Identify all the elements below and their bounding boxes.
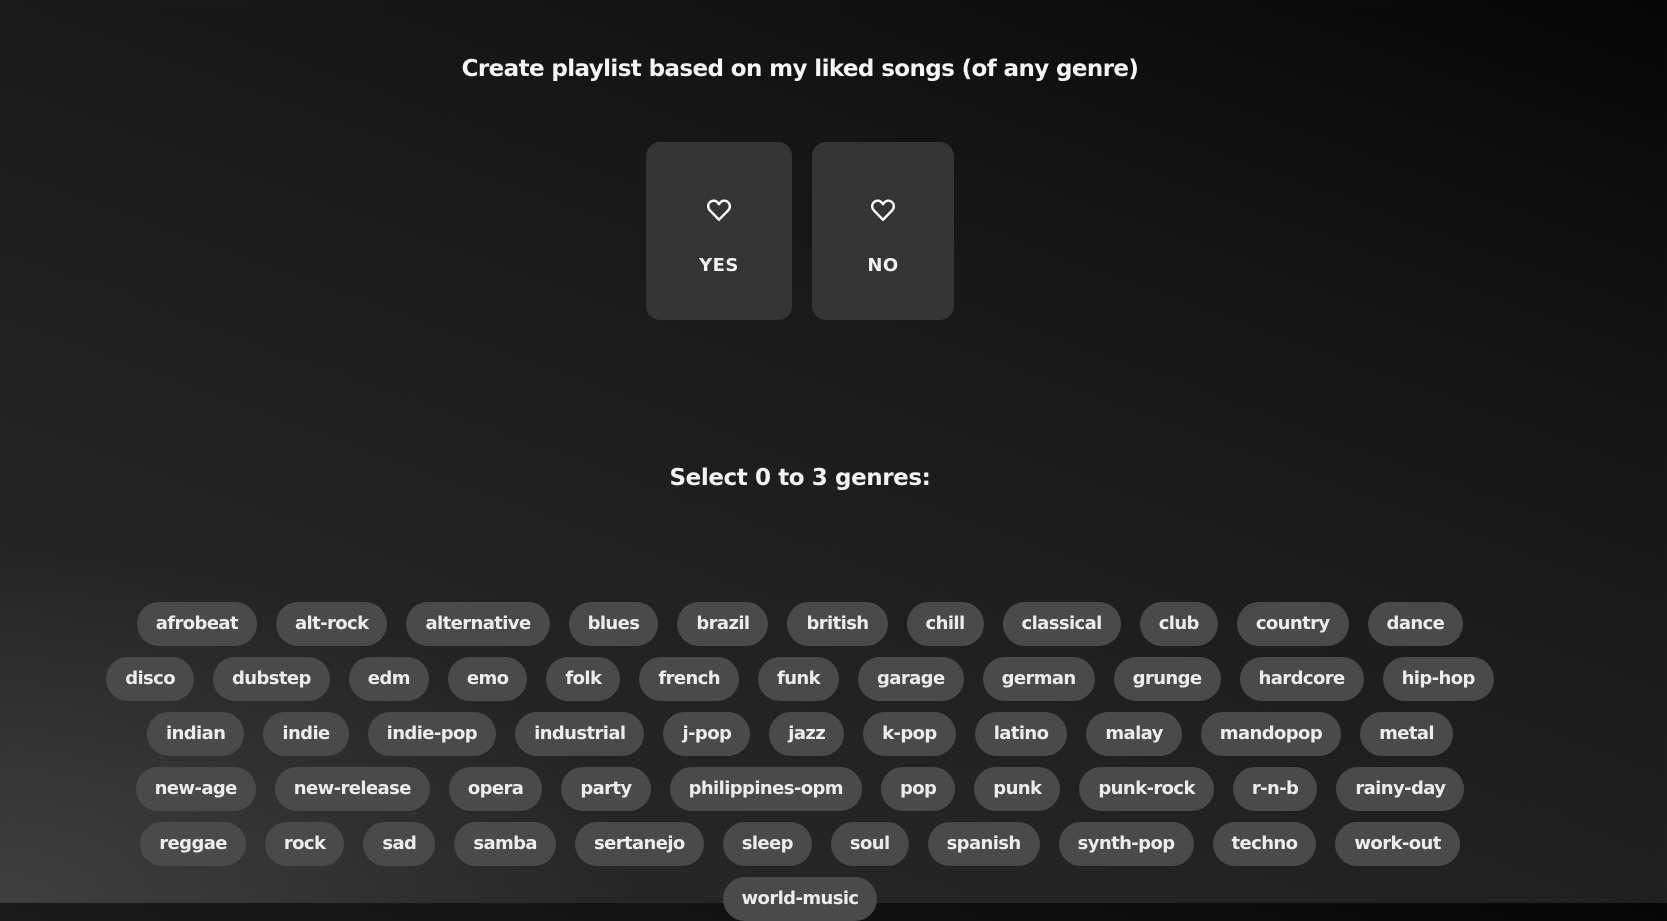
genre-chip-emo[interactable]: emo	[447, 657, 528, 701]
genre-chip-chill[interactable]: chill	[906, 602, 984, 646]
genre-chip-alternative[interactable]: alternative	[406, 602, 550, 646]
genre-chip-reggae[interactable]: reggae	[140, 822, 246, 866]
genre-chip-french[interactable]: french	[639, 657, 739, 701]
genre-chip-folk[interactable]: folk	[546, 657, 621, 701]
genre-chip-techno[interactable]: techno	[1212, 822, 1317, 866]
genre-chip-spanish[interactable]: spanish	[927, 822, 1040, 866]
no-button[interactable]: NO	[812, 142, 954, 320]
genre-chip-k-pop[interactable]: k-pop	[863, 712, 956, 756]
genre-chip-grunge[interactable]: grunge	[1113, 657, 1221, 701]
genre-chip-country[interactable]: country	[1236, 602, 1349, 646]
genre-chip-indie-pop[interactable]: indie-pop	[367, 712, 497, 756]
genre-chip-rainy-day[interactable]: rainy-day	[1336, 767, 1465, 811]
genre-chip-dubstep[interactable]: dubstep	[213, 657, 330, 701]
genre-chip-club[interactable]: club	[1139, 602, 1218, 646]
yes-button[interactable]: YES	[646, 142, 792, 320]
genre-chip-alt-rock[interactable]: alt-rock	[275, 602, 388, 646]
genre-chip-garage[interactable]: garage	[858, 657, 964, 701]
genre-chip-dance[interactable]: dance	[1367, 602, 1464, 646]
genre-chip-funk[interactable]: funk	[757, 657, 839, 701]
genre-chip-work-out[interactable]: work-out	[1335, 822, 1460, 866]
genre-chip-r-n-b[interactable]: r-n-b	[1232, 767, 1318, 811]
genre-chip-rock[interactable]: rock	[264, 822, 345, 866]
no-label: NO	[867, 255, 899, 276]
genre-chip-british[interactable]: british	[787, 602, 888, 646]
genre-chip-j-pop[interactable]: j-pop	[663, 712, 751, 756]
genre-chip-malay[interactable]: malay	[1086, 712, 1182, 756]
genre-chip-pop[interactable]: pop	[880, 767, 956, 811]
genre-chip-punk[interactable]: punk	[974, 767, 1061, 811]
liked-songs-choice-group: YES NO	[0, 142, 1600, 320]
genre-chip-opera[interactable]: opera	[448, 767, 543, 811]
genre-chip-world-music[interactable]: world-music	[722, 877, 878, 921]
genre-chip-list: afrobeat alt-rock alternative blues brazil br…	[90, 602, 1510, 921]
genre-chip-metal[interactable]: metal	[1360, 712, 1453, 756]
genre-chip-jazz[interactable]: jazz	[769, 712, 845, 756]
genre-chip-latino[interactable]: latino	[974, 712, 1068, 756]
genre-chip-indian[interactable]: indian	[146, 712, 245, 756]
genre-chip-german[interactable]: german	[982, 657, 1095, 701]
genre-chip-new-age[interactable]: new-age	[135, 767, 256, 811]
genre-chip-mandopop[interactable]: mandopop	[1200, 712, 1342, 756]
genre-chip-sleep[interactable]: sleep	[722, 822, 812, 866]
yes-label: YES	[699, 255, 739, 276]
genre-chip-hip-hop[interactable]: hip-hop	[1382, 657, 1494, 701]
genre-chip-synth-pop[interactable]: synth-pop	[1058, 822, 1194, 866]
genre-chip-soul[interactable]: soul	[830, 822, 909, 866]
genre-chip-punk-rock[interactable]: punk-rock	[1079, 767, 1214, 811]
genre-chip-industrial[interactable]: industrial	[515, 712, 645, 756]
genre-chip-samba[interactable]: samba	[454, 822, 556, 866]
heart-outline-icon	[706, 199, 732, 221]
genre-chip-afrobeat[interactable]: afrobeat	[136, 602, 257, 646]
genre-chip-hardcore[interactable]: hardcore	[1239, 657, 1364, 701]
genre-chip-classical[interactable]: classical	[1002, 602, 1121, 646]
page-title: Create playlist based on my liked songs …	[461, 56, 1139, 82]
genre-chip-disco[interactable]: disco	[106, 657, 194, 701]
genre-chip-new-release[interactable]: new-release	[274, 767, 430, 811]
genre-selection-heading: Select 0 to 3 genres:	[669, 465, 931, 491]
genre-chip-edm[interactable]: edm	[348, 657, 429, 701]
genre-chip-party[interactable]: party	[561, 767, 651, 811]
genre-chip-sertanejo[interactable]: sertanejo	[574, 822, 704, 866]
genre-chip-blues[interactable]: blues	[568, 602, 659, 646]
genre-chip-indie[interactable]: indie	[263, 712, 349, 756]
heart-outline-icon	[870, 199, 896, 221]
genre-chip-philippines-opm[interactable]: philippines-opm	[669, 767, 862, 811]
genre-chip-brazil[interactable]: brazil	[677, 602, 769, 646]
genre-chip-sad[interactable]: sad	[363, 822, 436, 866]
